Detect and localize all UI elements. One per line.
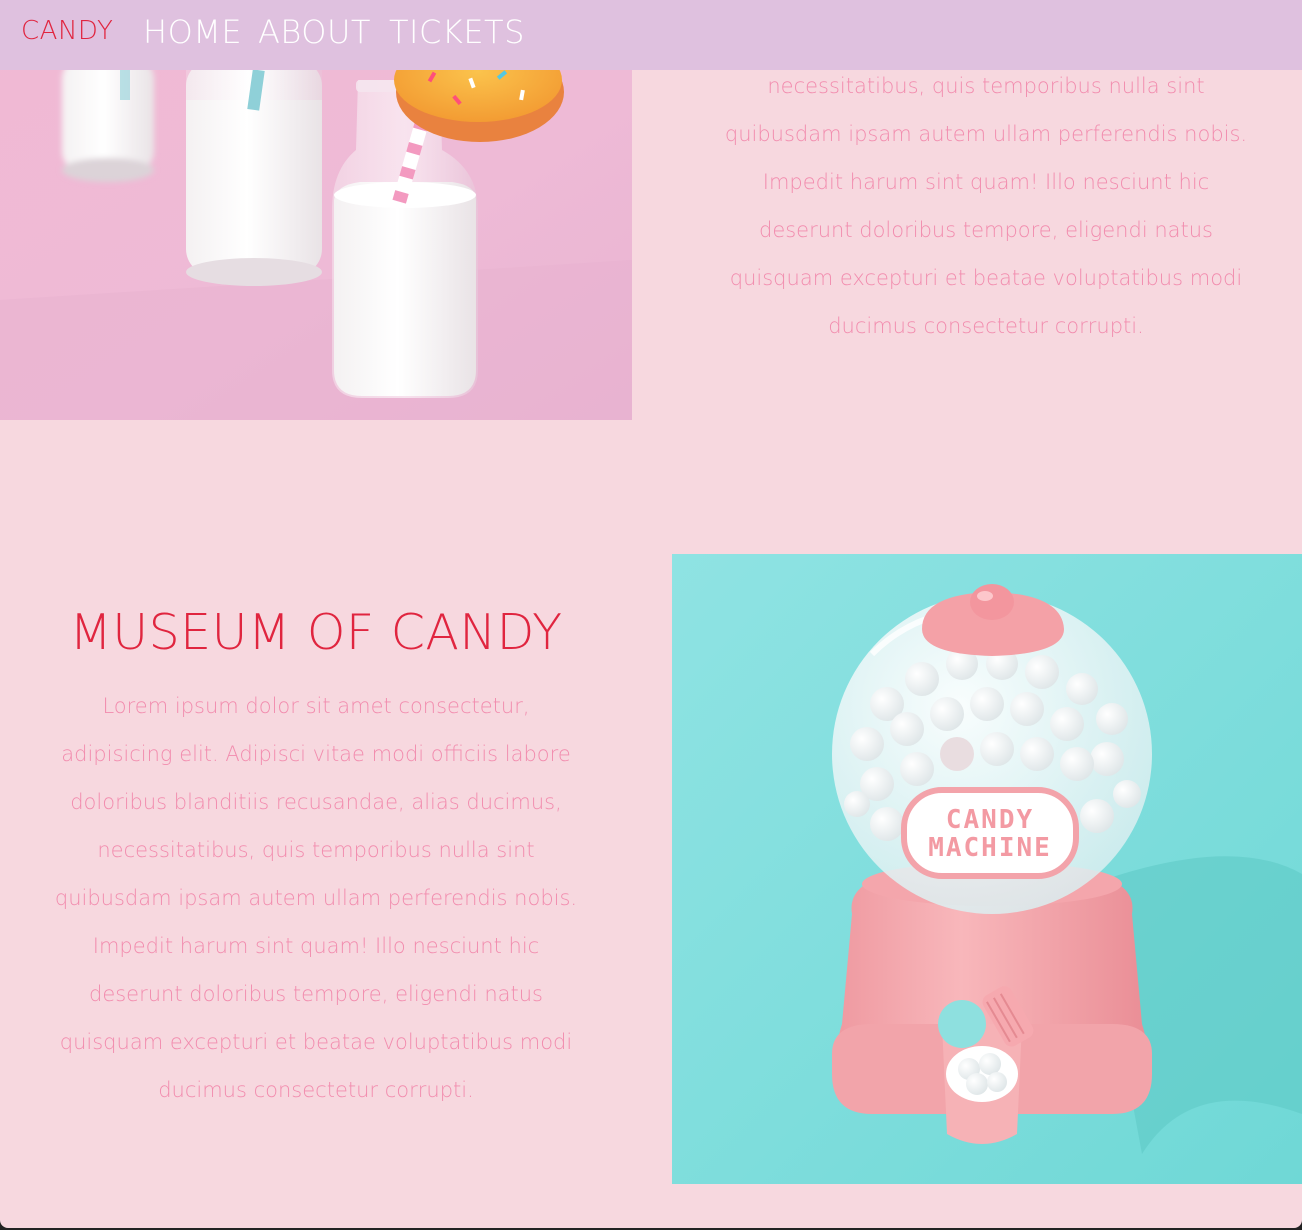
gumball-machine-photo: CANDY MACHINE — [672, 554, 1302, 1184]
intro-paragraph: necessitatibus, quis temporibus nulla si… — [712, 62, 1260, 350]
museum-line: adipisicing elit. Adipisci vitae modi of… — [61, 742, 571, 766]
museum-line: doloribus blanditiis recusandae, alias d… — [70, 790, 562, 814]
intro-line: deserunt doloribus tempore, eligendi nat… — [758, 218, 1213, 242]
museum-line: Impedit harum sint quam! Illo nesciunt h… — [92, 934, 540, 958]
nav-link-tickets[interactable]: TICKETS — [389, 13, 525, 51]
intro-line: Impedit harum sint quam! Illo nesciunt h… — [762, 170, 1210, 194]
top-navbar: CANDY HOME ABOUT TICKETS — [0, 0, 1302, 70]
brand-logo[interactable]: CANDY — [21, 16, 113, 46]
museum-line: necessitatibus, quis temporibus nulla si… — [97, 838, 535, 862]
museum-line: deserunt doloribus tempore, eligendi nat… — [88, 982, 543, 1006]
museum-line: Lorem ipsum dolor sit amet consectetur, — [102, 694, 530, 718]
candy-machine-label-line2: MACHINE — [928, 833, 1052, 863]
museum-paragraph: Lorem ipsum dolor sit amet consectetur, … — [40, 682, 592, 1114]
candy-machine-label-line1: CANDY — [946, 805, 1034, 835]
museum-line: quibusdam ipsam autem ullam perferendis … — [54, 886, 578, 910]
nav-link-about[interactable]: ABOUT — [258, 13, 371, 51]
museum-line: ducimus consectetur corrupti. — [158, 1078, 474, 1102]
intro-line: ducimus consectetur corrupti. — [828, 314, 1144, 338]
museum-line: quisquam excepturi et beatae voluptatibu… — [59, 1030, 573, 1054]
intro-line: quibusdam ipsam autem ullam perferendis … — [724, 122, 1248, 146]
museum-title: MUSEUM OF CANDY — [69, 604, 563, 661]
intro-line: quisquam excepturi et beatae voluptatibu… — [729, 266, 1243, 290]
browser-viewport: necessitatibus, quis temporibus nulla si… — [0, 0, 1302, 1228]
nav-link-home[interactable]: HOME — [143, 13, 242, 51]
